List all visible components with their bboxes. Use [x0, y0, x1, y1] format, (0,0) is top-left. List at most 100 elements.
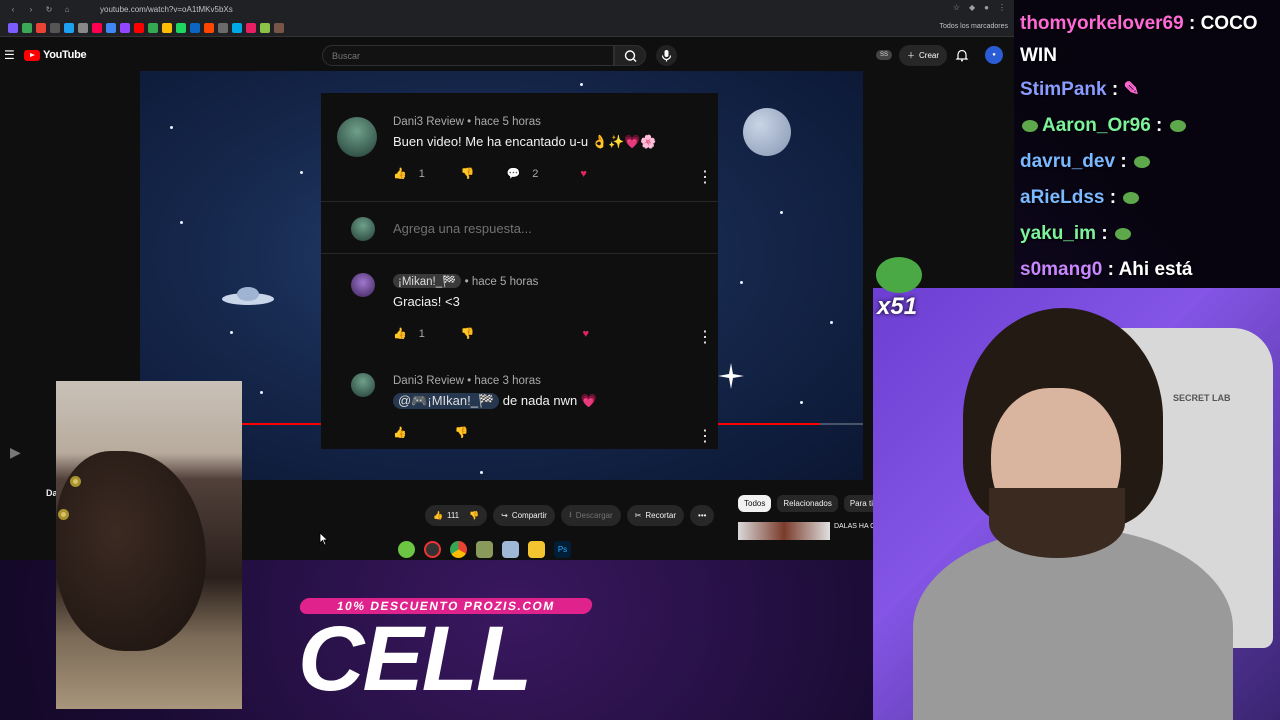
replies-icon[interactable]: 💬 — [507, 167, 521, 180]
url-text[interactable]: youtube.com/watch?v=oA1tMKv5bXs — [100, 5, 233, 14]
download-icon: ⭳ — [568, 509, 572, 519]
more-icon: ••• — [698, 511, 707, 520]
stream-chat: thomyorkelover69 : COCO WIN StimPank : ✎… — [1014, 0, 1280, 290]
dislike-icon[interactable]: 👎 — [461, 327, 475, 340]
forward-icon[interactable]: › — [26, 5, 36, 14]
youtube-logo[interactable]: YouTube — [24, 49, 87, 61]
comment-actions: 👍 👎 — [393, 426, 468, 439]
bookmark-icon[interactable] — [204, 22, 214, 33]
bookmark-icon[interactable] — [36, 22, 46, 33]
thumbs-down-icon[interactable]: 👎 — [469, 511, 479, 520]
more-actions-button[interactable]: ••• — [690, 505, 715, 526]
video-player[interactable]: Dani3 Review • hace 5 horas Buen video! … — [140, 71, 863, 480]
hamburger-menu-icon[interactable]: ☰ — [4, 48, 15, 62]
notifications-bell-icon[interactable] — [955, 48, 969, 62]
comment-actions: 👍 1 👎 ♥ — [393, 327, 589, 341]
extensions-icon[interactable]: ◆ — [969, 3, 975, 12]
comment-time: • hace 5 horas — [467, 116, 541, 128]
related-video-thumbnail[interactable] — [738, 522, 830, 540]
like-button[interactable]: 👍 111 👎 — [425, 505, 488, 526]
chat-username: thomyorkelover69 — [1020, 13, 1184, 34]
voice-search-button[interactable] — [656, 45, 677, 66]
share-button[interactable]: ↪ Compartir — [493, 505, 555, 526]
bookmark-icon[interactable] — [8, 22, 18, 33]
chat-username: aRieLdss — [1020, 187, 1105, 208]
comment-meta: Dani3 Review • hace 5 horas — [393, 116, 541, 128]
app-icon[interactable] — [398, 541, 415, 558]
comment-author[interactable]: Dani3 Review — [393, 116, 464, 128]
chat-username: StimPank — [1020, 79, 1107, 100]
pet-camera — [56, 381, 242, 709]
related-video-title[interactable]: DALAS HA C — [834, 523, 874, 530]
extension-badge[interactable]: SS — [876, 50, 892, 60]
browser-menu-icon[interactable]: ⋮ — [998, 3, 1006, 12]
chip-todos[interactable]: Todos — [738, 495, 772, 512]
divider — [321, 201, 718, 202]
all-bookmarks-link[interactable]: Todos los marcadores — [940, 23, 1008, 30]
comment-meta: ¡Mikan!_🏁 • hace 5 horas — [393, 274, 538, 288]
bookmark-icon[interactable] — [78, 22, 88, 33]
bookmark-icon[interactable] — [246, 22, 256, 33]
comment-avatar[interactable] — [351, 273, 375, 297]
dislike-icon[interactable]: 👎 — [455, 426, 469, 439]
app-icon[interactable] — [502, 541, 519, 558]
bookmark-icon[interactable] — [50, 22, 60, 33]
ufo-illustration — [222, 287, 274, 305]
bookmark-icon[interactable] — [260, 22, 270, 33]
download-button[interactable]: ⭳ Descargar — [560, 505, 621, 526]
bookmark-icon[interactable] — [92, 22, 102, 33]
bookmark-icon[interactable] — [148, 22, 158, 33]
comment-mention[interactable]: @🎮¡MIkan!_🏁 — [393, 393, 500, 409]
comment-menu-icon[interactable]: ⋮ — [697, 426, 713, 446]
chip-relacionados[interactable]: Relacionados — [777, 495, 838, 512]
comment-time: • hace 5 horas — [464, 276, 539, 288]
comment-avatar[interactable] — [351, 373, 375, 397]
reload-icon[interactable]: ↻ — [44, 5, 54, 14]
back-icon[interactable]: ‹ — [8, 5, 18, 14]
bookmarks-bar: Todos los marcadores — [0, 19, 1014, 37]
profile-icon[interactable]: ● — [984, 3, 989, 12]
bookmark-icon[interactable] — [120, 22, 130, 33]
home-icon[interactable]: ⌂ — [62, 5, 72, 14]
bookmark-star-icon[interactable]: ☆ — [953, 3, 960, 12]
dislike-icon[interactable]: 👎 — [461, 167, 475, 180]
bookmark-icon[interactable] — [176, 22, 186, 33]
comment-avatar[interactable] — [337, 117, 377, 157]
photoshop-icon[interactable]: Ps — [554, 541, 571, 558]
chat-message: yaku_im : — [1020, 216, 1274, 252]
like-icon[interactable]: 👍 — [393, 327, 407, 340]
plus-icon: ＋ — [907, 51, 915, 60]
bookmark-icon[interactable] — [274, 22, 284, 33]
reply-input[interactable]: Agrega una respuesta... — [393, 221, 532, 236]
star-decoration — [480, 471, 483, 474]
bookmark-icon[interactable] — [218, 22, 228, 33]
bookmark-icon[interactable] — [106, 22, 116, 33]
pepe-emote-icon — [1114, 227, 1131, 240]
app-icon[interactable] — [476, 541, 493, 558]
like-icon[interactable]: 👍 — [393, 167, 407, 180]
address-bar[interactable]: ‹ › ↻ ⌂ youtube.com/watch?v=oA1tMKv5bXs … — [0, 0, 1014, 19]
like-icon[interactable]: 👍 — [393, 426, 407, 439]
pepe-emote-icon — [1169, 119, 1186, 132]
account-avatar[interactable]: ● — [985, 46, 1003, 64]
bookmark-icon[interactable] — [232, 22, 242, 33]
bookmark-icon[interactable] — [64, 22, 74, 33]
bookmark-icon[interactable] — [22, 22, 32, 33]
bookmark-icon[interactable] — [162, 22, 172, 33]
comment-menu-icon[interactable]: ⋮ — [697, 327, 713, 347]
bookmark-icon[interactable] — [134, 22, 144, 33]
create-button[interactable]: ＋ Crear — [899, 45, 948, 66]
bookmark-icon[interactable] — [190, 22, 200, 33]
comment-menu-icon[interactable]: ⋮ — [697, 167, 713, 187]
chrome-icon[interactable] — [450, 541, 467, 558]
sponsor-code: CELL — [298, 608, 532, 710]
comment-author-tag[interactable]: ¡Mikan!_🏁 — [393, 274, 462, 288]
clip-button[interactable]: ✂ Recortar — [626, 505, 685, 526]
folder-icon[interactable] — [528, 541, 545, 558]
app-icon[interactable] — [424, 541, 441, 558]
search-button[interactable] — [614, 45, 646, 66]
play-icon[interactable]: ▶ — [10, 444, 21, 461]
search-input[interactable]: Buscar — [322, 45, 614, 66]
streamer-beard — [989, 488, 1125, 558]
comment-author[interactable]: Dani3 Review — [393, 375, 464, 387]
